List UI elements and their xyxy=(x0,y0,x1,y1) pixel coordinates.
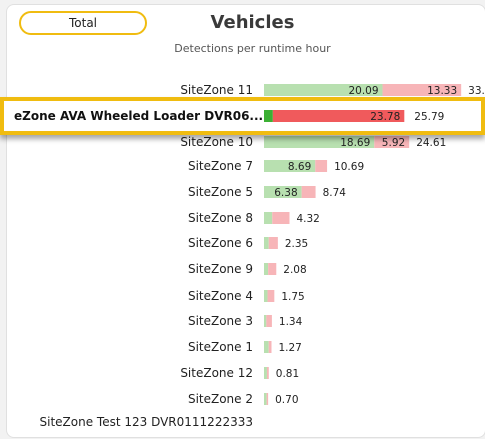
bar-segment-2 xyxy=(315,160,328,172)
highlighted-row-label: eZone AVA Wheeled Loader DVR06... xyxy=(14,109,264,123)
bar-total-label: 8.74 xyxy=(323,187,347,199)
bar-total-label: 0.70 xyxy=(275,394,298,406)
bar-total-label: 2.08 xyxy=(283,264,306,276)
trailing-category-label: SiteZone Test 123 DVR0111222333 xyxy=(39,415,254,429)
category-label: SiteZone 11 xyxy=(180,83,253,97)
category-label: SiteZone 5 xyxy=(188,185,253,199)
segment-2-label: 13.33 xyxy=(427,85,457,97)
bar-segment-2 xyxy=(272,212,290,224)
category-label: SiteZone 2 xyxy=(188,392,253,406)
category-label: SiteZone 12 xyxy=(180,366,253,380)
category-label: SiteZone 6 xyxy=(188,236,253,250)
category-label: SiteZone 3 xyxy=(188,314,253,328)
bar-segment-1 xyxy=(264,237,269,249)
category-label: SiteZone 7 xyxy=(188,159,253,173)
bar-segment-2 xyxy=(268,263,277,275)
bar-segment-2 xyxy=(268,341,272,353)
bar-total-label: 1.27 xyxy=(278,342,301,354)
segment-1-label: 8.69 xyxy=(288,161,311,173)
bar-segment-2 xyxy=(268,237,278,249)
segment-1-label: 18.69 xyxy=(340,137,370,149)
category-label: SiteZone 9 xyxy=(188,262,253,276)
bar-segment-2 xyxy=(266,367,269,379)
bar-segment-2 xyxy=(301,186,316,198)
bar-total-label: 0.81 xyxy=(276,368,299,380)
category-label: SiteZone 1 xyxy=(188,340,253,354)
bar-total-label: 24.61 xyxy=(416,137,446,149)
bar-segment-2 xyxy=(266,393,269,405)
segment-1-label: 20.09 xyxy=(348,85,378,97)
bar-total-label: 2.35 xyxy=(285,238,308,250)
segment-2-label: 5.92 xyxy=(382,137,405,149)
bar-segment-1 xyxy=(264,212,273,224)
vehicles-bar-chart: SiteZone 11 20.09 13.33 33.3 SiteZone 10 18.6… xyxy=(180,83,485,406)
category-label: SiteZone 8 xyxy=(188,211,253,225)
bar-total-label: 33.3 xyxy=(468,85,485,97)
bar-segment-1 xyxy=(264,263,269,275)
bar-segment-1 xyxy=(264,315,267,327)
bar-total-label: 10.69 xyxy=(334,161,364,173)
bar-segment-2 xyxy=(267,290,275,302)
bar-segment-2 xyxy=(266,315,272,327)
bar-segment-1 xyxy=(264,290,268,302)
bar-total-label: 1.75 xyxy=(281,291,304,303)
bar-segment-1 xyxy=(264,341,269,353)
category-label: SiteZone 10 xyxy=(180,135,253,149)
bar-total-label: 1.34 xyxy=(279,316,303,328)
bar-segment-1 xyxy=(264,393,267,405)
bar-segment-1 xyxy=(264,367,267,379)
category-label: SiteZone 4 xyxy=(188,289,253,303)
segment-1-label: 6.38 xyxy=(274,187,297,199)
bar-total-label: 4.32 xyxy=(296,213,319,225)
